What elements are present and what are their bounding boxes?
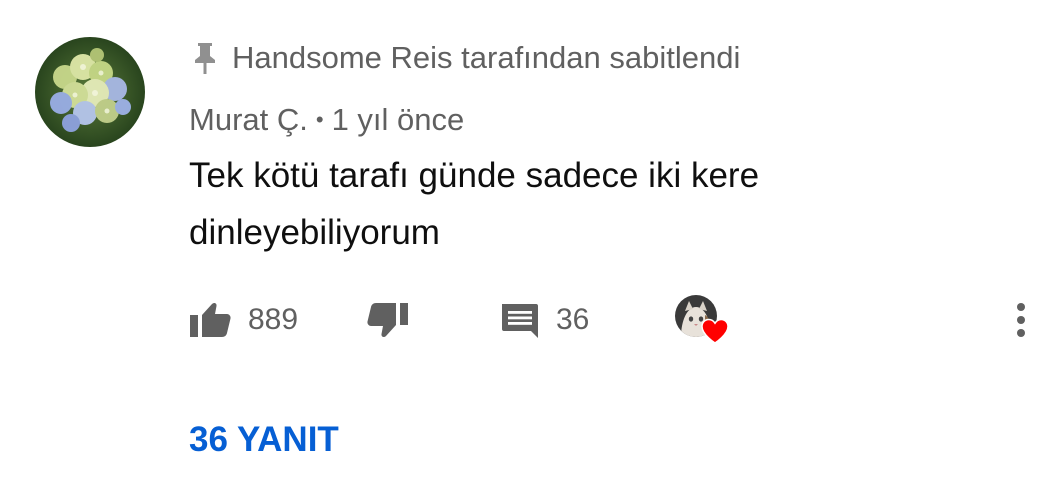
more-options-button[interactable] xyxy=(1008,290,1034,350)
comment-body: Tek kötü tarafı günde sadece iki kere di… xyxy=(189,156,760,252)
pinned-indicator: Handsome Reis tarafından sabitlendi xyxy=(192,38,740,78)
comment-meta: Murat Ç. • 1 yıl önce xyxy=(189,100,464,140)
like-count: 889 xyxy=(248,303,299,336)
dislike-button[interactable] xyxy=(366,290,410,350)
reply-count: 36 xyxy=(556,303,590,336)
comment-author[interactable]: Murat Ç. xyxy=(189,102,308,138)
meta-separator: • xyxy=(315,107,324,132)
creator-heart-icon xyxy=(701,318,729,344)
comment-action-bar: 889 36 xyxy=(0,290,1063,350)
hydrangea-flower-avatar-icon xyxy=(35,37,145,147)
thumb-down-icon xyxy=(367,303,408,338)
thumb-up-icon xyxy=(190,302,231,337)
pinned-by-text: Handsome Reis tarafından sabitlendi xyxy=(232,40,741,75)
more-vertical-icon xyxy=(1017,303,1025,337)
view-replies-button[interactable]: 36 YANIT xyxy=(189,415,339,465)
commenter-avatar[interactable] xyxy=(35,37,145,147)
comment-icon xyxy=(502,304,538,338)
like-button[interactable]: 889 xyxy=(188,290,298,350)
creator-heart-badge xyxy=(675,290,731,350)
reply-button[interactable]: 36 xyxy=(500,290,589,350)
pin-icon xyxy=(195,43,215,74)
comment-timestamp[interactable]: 1 yıl önce xyxy=(332,102,465,138)
